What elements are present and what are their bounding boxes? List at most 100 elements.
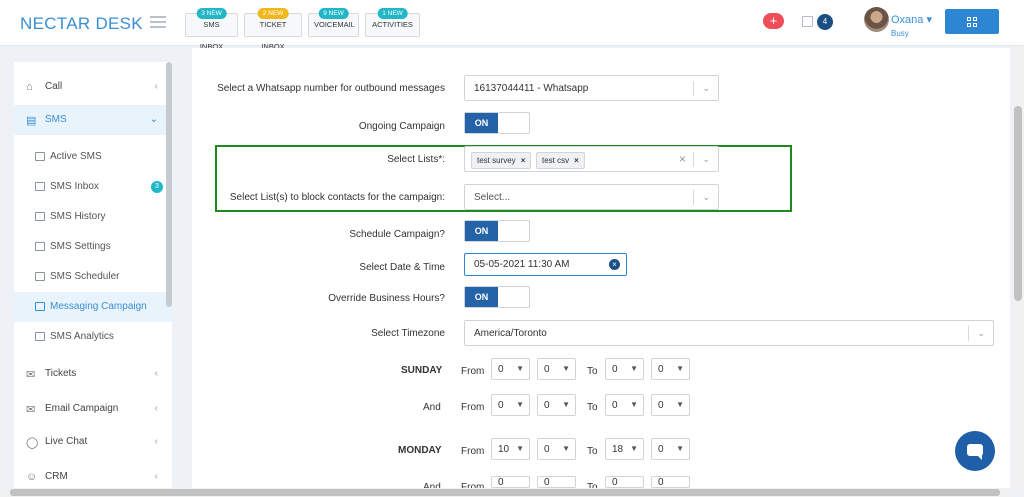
sunday-and-to-hour[interactable]: 0 ▼ xyxy=(605,394,644,416)
tab-voicemail-label: VOICEMAIL xyxy=(314,20,355,29)
sidebar-sub-sms-analytics[interactable]: SMS Analytics xyxy=(14,322,172,352)
app-logo[interactable]: NECTAR DESK xyxy=(20,14,143,34)
horizontal-scrollbar[interactable] xyxy=(0,488,1012,497)
monday-and-to-minute[interactable]: 0 xyxy=(651,476,690,488)
list-tag[interactable]: test survey × xyxy=(471,152,532,169)
chevron-left-icon: ‹ xyxy=(154,403,158,414)
sidebar-item-tickets[interactable]: ✉ Tickets ‹ xyxy=(14,359,172,389)
calendar-icon[interactable] xyxy=(802,16,813,27)
chevron-left-icon: ‹ xyxy=(154,471,158,482)
sidebar-item-email-campaign[interactable]: ✉ Email Campaign ‹ xyxy=(14,394,172,424)
sunday-to-minute[interactable]: 0 ▼ xyxy=(651,358,690,380)
grid-icon xyxy=(967,17,971,21)
sunday-from-minute[interactable]: 0 ▼ xyxy=(537,358,576,380)
list-tag[interactable]: test csv × xyxy=(536,152,585,169)
timezone-value: America/Toronto xyxy=(474,328,547,339)
sunday-and-from-minute[interactable]: 0 ▼ xyxy=(537,394,576,416)
user-name[interactable]: Oxana ▾ xyxy=(891,13,932,26)
sidebar-sub-sms-history[interactable]: SMS History xyxy=(14,202,172,232)
date-time-value: 05-05-2021 11:30 AM xyxy=(474,259,570,270)
sunday-and-to-minute[interactable]: 0 ▼ xyxy=(651,394,690,416)
activities-badge: 1 NEW xyxy=(377,8,408,19)
tab-activities-label: ACTIVITIES xyxy=(372,20,413,29)
chevron-down-icon: ▼ xyxy=(516,400,524,409)
tab-sms-inbox-label: SMS INBOX xyxy=(199,20,224,51)
tab-ticket-inbox-label: TICKET INBOX xyxy=(259,20,287,51)
day-monday-label: MONDAY xyxy=(398,445,442,456)
chevron-down-icon: ▼ xyxy=(676,400,684,409)
date-time-label: Select Date & Time xyxy=(359,262,445,273)
clear-icon[interactable]: × xyxy=(609,259,620,270)
tab-activities[interactable]: 1 NEW ACTIVITIES xyxy=(365,8,420,37)
select-lists-multiselect[interactable]: test survey × test csv × × ⌄ xyxy=(464,146,719,172)
chevron-down-icon: ▼ xyxy=(562,400,570,409)
monday-to-hour[interactable]: 18 ▼ xyxy=(605,438,644,460)
sidebar-item-label: CRM xyxy=(45,471,68,482)
avatar[interactable] xyxy=(864,7,889,32)
home-icon: ⌂ xyxy=(26,81,33,93)
sidebar-item-live-chat[interactable]: ◯ Live Chat ‹ xyxy=(14,427,172,457)
close-icon[interactable]: × xyxy=(521,156,526,165)
timezone-label: Select Timezone xyxy=(371,328,445,339)
monday-from-hour[interactable]: 10 ▼ xyxy=(491,438,530,460)
monday-from-minute[interactable]: 0 ▼ xyxy=(537,438,576,460)
close-icon[interactable]: × xyxy=(574,156,579,165)
schedule-campaign-toggle[interactable]: ON xyxy=(464,220,530,242)
sidebar-item-call[interactable]: ⌂ Call ‹ xyxy=(14,72,172,102)
list-icon xyxy=(35,182,45,191)
clear-icon[interactable]: × xyxy=(679,152,686,166)
page-scrollbar[interactable] xyxy=(1012,46,1024,492)
sidebar-scrollbar[interactable] xyxy=(166,62,172,307)
tab-ticket-inbox[interactable]: 2 NEW TICKET INBOX xyxy=(244,8,302,51)
date-time-input[interactable]: 05-05-2021 11:30 AM × xyxy=(464,253,627,276)
sidebar-item-label: Tickets xyxy=(45,368,77,379)
user-icon: ☺ xyxy=(26,471,38,483)
whatsapp-number-label: Select a Whatsapp number for outbound me… xyxy=(217,83,445,94)
monday-to-minute[interactable]: 0 ▼ xyxy=(651,438,690,460)
sidebar-sub-sms-inbox[interactable]: SMS Inbox 3 xyxy=(14,172,172,202)
sunday-and-from-hour[interactable]: 0 ▼ xyxy=(491,394,530,416)
sidebar-sub-label: Active SMS xyxy=(50,151,102,162)
sunday-to-hour[interactable]: 0 ▼ xyxy=(605,358,644,380)
chevron-down-icon: ⌄ xyxy=(702,83,710,93)
whatsapp-number-select[interactable]: 16137044411 - Whatsapp ⌄ xyxy=(464,75,719,101)
timezone-select[interactable]: America/Toronto ⌄ xyxy=(464,320,994,346)
sidebar-item-label: Live Chat xyxy=(45,436,88,447)
live-chat-button[interactable] xyxy=(955,431,995,471)
menu-toggle-icon[interactable] xyxy=(150,16,166,28)
block-lists-select[interactable]: Select... ⌄ xyxy=(464,184,719,210)
top-header: NECTAR DESK 3 NEW SMS INBOX 2 NEW TICKET… xyxy=(0,0,1024,51)
sidebar-sub-sms-settings[interactable]: SMS Settings xyxy=(14,232,172,262)
add-button[interactable]: + xyxy=(763,13,784,29)
list-icon xyxy=(35,272,45,281)
sidebar-sub-active-sms[interactable]: Active SMS xyxy=(14,142,172,172)
chevron-down-icon: ▼ xyxy=(630,400,638,409)
sunday-from-hour[interactable]: 0 ▼ xyxy=(491,358,530,380)
tab-voicemail[interactable]: 9 NEW VOICEMAIL xyxy=(308,8,359,37)
apps-grid-button[interactable] xyxy=(945,9,999,34)
override-hours-toggle[interactable]: ON xyxy=(464,286,530,308)
ongoing-campaign-toggle[interactable]: ON xyxy=(464,112,530,134)
to-label: To xyxy=(587,402,598,413)
sidebar-item-sms[interactable]: ▤ SMS ⌄ xyxy=(14,105,172,135)
sidebar-sub-label: SMS History xyxy=(50,211,106,222)
monday-and-from-hour[interactable]: 0 xyxy=(491,476,530,488)
chevron-left-icon: ‹ xyxy=(154,368,158,379)
sidebar-item-label: Call xyxy=(45,81,63,92)
select-lists-label: Select Lists*: xyxy=(387,154,445,165)
monday-and-to-hour[interactable]: 0 xyxy=(605,476,644,488)
chevron-down-icon: ▼ xyxy=(630,364,638,373)
chevron-down-icon: ⌄ xyxy=(977,328,985,338)
sidebar-sub-label: SMS Scheduler xyxy=(50,271,120,282)
chevron-down-icon: ▾ xyxy=(926,14,933,26)
and-label: And xyxy=(423,402,441,413)
from-label: From xyxy=(461,366,485,377)
list-icon xyxy=(35,242,45,251)
tab-sms-inbox[interactable]: 3 NEW SMS INBOX xyxy=(185,8,238,51)
mail-icon: ✉ xyxy=(26,404,36,416)
sidebar-sub-messaging-campaign[interactable]: Messaging Campaign xyxy=(14,292,172,322)
sms-inbox-count-badge: 3 xyxy=(151,181,163,193)
monday-and-from-minute[interactable]: 0 xyxy=(537,476,576,488)
sidebar-sub-sms-scheduler[interactable]: SMS Scheduler xyxy=(14,262,172,292)
chevron-down-icon: ⌄ xyxy=(702,192,710,202)
